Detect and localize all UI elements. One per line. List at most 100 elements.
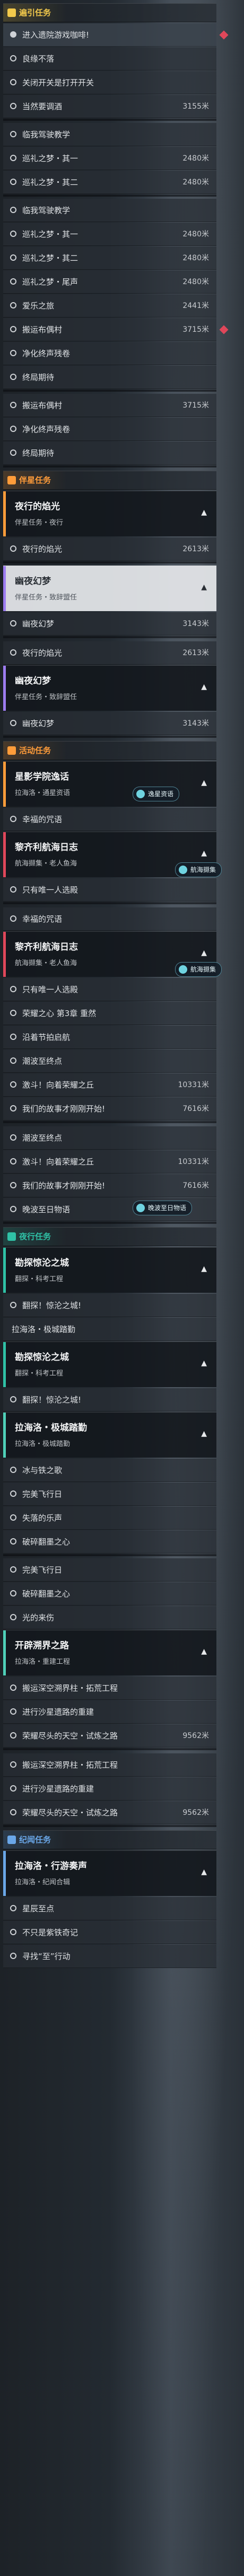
quest-row[interactable]: 巡礼之梦・其二 2480米 — [3, 171, 216, 194]
quest-row[interactable]: 激斗！向着荣耀之丘 10331米 — [3, 1150, 216, 1174]
quest-row[interactable]: 幸福的咒语 — [3, 808, 216, 831]
chevron-up-icon[interactable]: ▲ — [201, 1868, 207, 1876]
quest-row[interactable]: 搬运布偶村 3715米 — [3, 318, 229, 341]
quest-card-subtitle: 翻探・科考工程 — [15, 1275, 64, 1283]
chevron-up-icon[interactable]: ▲ — [201, 779, 207, 787]
quest-row[interactable]: 净化终声残卷 — [3, 418, 216, 441]
category-header-companion-quest[interactable]: 伴星任务 — [3, 471, 216, 490]
quest-row[interactable]: 净化终声残卷 — [3, 342, 216, 365]
quest-row[interactable]: 终局期待 — [3, 442, 216, 465]
quest-card[interactable]: 开辟溯界之路 拉海洛・重建工程 ▲ — [3, 1630, 216, 1675]
quest-row[interactable]: 巡礼之梦・尾声 2480米 — [3, 270, 216, 294]
quest-row[interactable]: 我们的故事才刚刚开始! 7616米 — [3, 1174, 216, 1197]
chevron-up-icon[interactable]: ▲ — [201, 1430, 207, 1438]
section-divider — [3, 1825, 216, 1827]
quest-row[interactable]: 荣耀之心 第3章 重然 — [3, 1002, 216, 1025]
map-marker-badge[interactable]: 晚波至日物语 — [133, 1201, 193, 1215]
quest-row[interactable]: 搬运深空溯界柱・拓荒工程 — [3, 1753, 216, 1777]
quest-row[interactable]: 进行沙星遗路的重建 — [3, 1700, 216, 1724]
objective-circle-icon — [10, 207, 16, 213]
quest-row[interactable]: 进入遗院游戏咖啡! — [3, 23, 229, 47]
quest-row[interactable]: 我们的故事才刚刚开始! 7616米 — [3, 1097, 216, 1121]
chevron-up-icon[interactable]: ▲ — [201, 583, 207, 592]
category-label: 伴星任务 — [19, 475, 51, 485]
quest-row[interactable]: 完美飞行日 — [3, 1483, 216, 1506]
quest-row[interactable]: 幸福的咒语 — [3, 907, 216, 931]
objective-circle-icon — [10, 1732, 16, 1739]
quest-row[interactable]: 破碎翻墨之心 — [3, 1530, 216, 1554]
chevron-up-icon[interactable]: ▲ — [201, 1647, 207, 1656]
quest-card[interactable]: 夜行的焰光 伴星任务・夜行 ▲ — [3, 491, 216, 536]
quest-row-label: 净化终声残卷 — [22, 425, 71, 434]
quest-row[interactable]: 不只是紫铁奇记 — [3, 1921, 216, 1944]
quest-row[interactable]: 良缘不落 — [3, 47, 216, 70]
quest-card-accent — [3, 566, 6, 611]
quest-row[interactable]: 幽夜幻梦 3143米 — [3, 612, 216, 636]
map-marker-badge[interactable]: 航海撷集 — [175, 962, 222, 977]
map-marker-badge[interactable]: 逸星资语 — [133, 787, 180, 801]
quest-row[interactable]: 进行沙星遗路的重建 — [3, 1777, 216, 1801]
map-marker-badge[interactable]: 航海撷集 — [175, 862, 222, 877]
category-header-main-quest[interactable]: 遍引任务 — [3, 3, 216, 22]
quest-row[interactable]: 终局期待 — [3, 366, 216, 389]
chevron-up-icon[interactable]: ▲ — [201, 949, 207, 957]
quest-row[interactable]: 光的来伤 — [3, 1606, 216, 1629]
badge-label: 航海撷集 — [190, 966, 216, 973]
quest-row[interactable]: 潮波至终点 — [3, 1049, 216, 1073]
quest-row[interactable]: 临我驾驶教学 — [3, 123, 216, 146]
quest-card[interactable]: 勘探惊沦之城 翻探・科考工程 ▲ — [3, 1247, 216, 1293]
chevron-up-icon[interactable]: ▲ — [201, 1359, 207, 1368]
quest-row-label: 潮波至终点 — [22, 1056, 63, 1066]
quest-row[interactable]: 巡礼之梦・其二 2480米 — [3, 246, 216, 270]
quest-row[interactable]: 关闭开关是打开开关 — [3, 71, 216, 94]
quest-row[interactable]: 当然要调酒 3155米 — [3, 95, 216, 118]
quest-row[interactable]: 夜行的焰光 2613米 — [3, 641, 216, 665]
quest-card-subtitle: 伴星任务・致辞盟任 — [15, 594, 77, 602]
objective-circle-icon — [10, 1206, 16, 1212]
quest-row[interactable]: 星辰至点 — [3, 1897, 216, 1920]
category-header-chronicle-quest[interactable]: 纪闻任务 — [3, 1830, 216, 1849]
category-header-night-quest[interactable]: 夜行任务 — [3, 1227, 216, 1246]
quest-row[interactable]: 荣耀尽头的天空・试炼之路 9562米 — [3, 1801, 216, 1824]
quest-card[interactable]: 拉海洛・极城踏勤 拉海洛・极城踏勤 ▲ — [3, 1412, 216, 1458]
quest-row-label: 临我驾驶教学 — [22, 130, 71, 139]
quest-row[interactable]: 临我驾驶教学 — [3, 199, 216, 222]
quest-row[interactable]: 翻探！惊沦之城! — [3, 1294, 216, 1317]
quest-row[interactable]: 搬运布偶村 3715米 — [3, 394, 216, 417]
quest-card[interactable]: 拉海洛・行游奏声 拉海洛・纪闻合辑 ▲ — [3, 1850, 216, 1896]
chevron-up-icon[interactable]: ▲ — [201, 683, 207, 691]
quest-row[interactable]: 完美飞行日 — [3, 1558, 216, 1582]
quest-row[interactable]: 冰与铁之歌 — [3, 1459, 216, 1482]
quest-card[interactable]: 星影学院逸话 拉海洛・通星资语 ▲ — [3, 761, 216, 807]
quest-row[interactable]: 沿着节拍启航 — [3, 1026, 216, 1049]
quest-row-label: 晚波至日物语 — [22, 1205, 71, 1214]
section-divider — [3, 465, 216, 467]
section-divider — [3, 390, 216, 392]
quest-card[interactable]: 幽夜幻梦 伴星任务・致辞盟任 ▲ — [3, 566, 216, 611]
quest-row[interactable]: 寻找“至”行动 — [3, 1945, 216, 1968]
quest-row[interactable]: 翻探！惊沦之城! — [3, 1388, 216, 1411]
quest-card[interactable]: 幽夜幻梦 伴星任务・致辞盟任 ▲ — [3, 665, 216, 711]
quest-row[interactable]: 荣耀尽头的天空・试炼之路 9562米 — [3, 1724, 216, 1748]
quest-row[interactable]: 爱乐之旅 2441米 — [3, 294, 216, 317]
quest-row[interactable]: 夜行的焰光 2613米 — [3, 537, 216, 561]
chevron-up-icon[interactable]: ▲ — [201, 849, 207, 858]
category-tag: 活动任务 — [3, 742, 67, 760]
quest-row[interactable]: 只有唯一人选殿 — [3, 878, 216, 902]
quest-row-label: 终局期待 — [22, 373, 55, 382]
quest-row-label: 幽夜幻梦 — [22, 719, 55, 728]
quest-row-label: 激斗！向着荣耀之丘 — [22, 1157, 94, 1167]
chevron-up-icon[interactable]: ▲ — [201, 1265, 207, 1273]
quest-row[interactable]: 潮波至终点 — [3, 1126, 216, 1150]
category-header-event-quest[interactable]: 活动任务 — [3, 741, 216, 760]
quest-card[interactable]: 勘探惊沦之城 翻探・科考工程 ▲ — [3, 1342, 216, 1387]
quest-row[interactable]: 只有唯一人选殿 — [3, 978, 216, 1001]
quest-row[interactable]: 巡礼之梦・其一 2480米 — [3, 147, 216, 170]
quest-row[interactable]: 幽夜幻梦 3143米 — [3, 712, 216, 735]
chevron-up-icon[interactable]: ▲ — [201, 508, 207, 517]
quest-row[interactable]: 巡礼之梦・其一 2480米 — [3, 223, 216, 246]
quest-row[interactable]: 搬运深空溯界柱・拓荒工程 — [3, 1677, 216, 1700]
quest-row[interactable]: 激斗！向着荣耀之丘 10331米 — [3, 1073, 216, 1097]
quest-row[interactable]: 破碎翻墨之心 — [3, 1582, 216, 1605]
quest-row[interactable]: 失落的乐声 — [3, 1506, 216, 1530]
